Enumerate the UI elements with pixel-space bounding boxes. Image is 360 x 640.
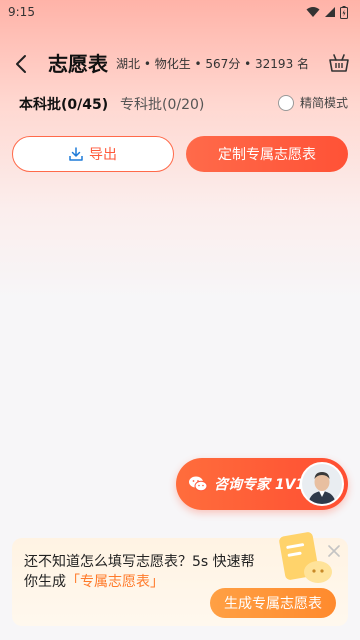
battery-icon bbox=[340, 5, 348, 19]
status-time: 9:15 bbox=[8, 5, 35, 19]
page-header: 志愿表 湖北 • 物化生 • 567分 • 32193 名 bbox=[0, 44, 360, 84]
close-icon[interactable] bbox=[326, 544, 342, 560]
export-label: 导出 bbox=[89, 147, 117, 163]
promo-text: 还不知道怎么填写志愿表？5s 快速帮你生成「专属志愿表」 bbox=[24, 552, 264, 592]
consult-expert-label: 咨询专家 1V1 bbox=[214, 477, 306, 493]
profile-summary: 湖北 • 物化生 • 567分 • 32193 名 bbox=[116, 57, 310, 71]
expert-avatar bbox=[300, 462, 344, 506]
simple-mode-radio[interactable] bbox=[278, 94, 294, 111]
promo-card: 还不知道怎么填写志愿表？5s 快速帮你生成「专属志愿表」 生成专属志愿表 bbox=[12, 532, 348, 626]
generate-volunteer-button[interactable]: 生成专属志愿表 bbox=[210, 588, 336, 618]
batch-tabs: 本科批(0/45) 专科批(0/20) 精简模式 bbox=[0, 92, 360, 116]
simple-mode-label: 精简模式 bbox=[300, 96, 349, 110]
status-bar: 9:15 bbox=[0, 0, 360, 24]
simple-mode-toggle[interactable]: 精简模式 bbox=[278, 94, 348, 111]
signal-icon bbox=[325, 7, 335, 17]
promo-text-highlight: 「专属志愿表」 bbox=[66, 574, 164, 590]
document-illustration-icon bbox=[274, 528, 340, 594]
tab-specialist[interactable]: 专科批(0/20) bbox=[120, 94, 204, 114]
page-title: 志愿表 bbox=[48, 52, 108, 76]
status-icons bbox=[306, 5, 348, 19]
custom-volunteer-button[interactable]: 定制专属志愿表 bbox=[186, 136, 348, 172]
wifi-icon bbox=[306, 7, 320, 17]
tab-undergrad[interactable]: 本科批(0/45) bbox=[19, 94, 108, 114]
export-button[interactable]: 导出 bbox=[12, 136, 174, 172]
generate-volunteer-label: 生成专属志愿表 bbox=[224, 596, 322, 612]
consult-expert-button[interactable]: 咨询专家 1V1 bbox=[176, 458, 348, 510]
wechat-icon bbox=[189, 476, 208, 492]
chevron-left-icon bbox=[16, 55, 26, 73]
download-icon bbox=[69, 147, 83, 161]
basket-icon[interactable] bbox=[328, 52, 350, 74]
custom-volunteer-label: 定制专属志愿表 bbox=[218, 147, 316, 163]
back-button[interactable] bbox=[14, 50, 34, 78]
